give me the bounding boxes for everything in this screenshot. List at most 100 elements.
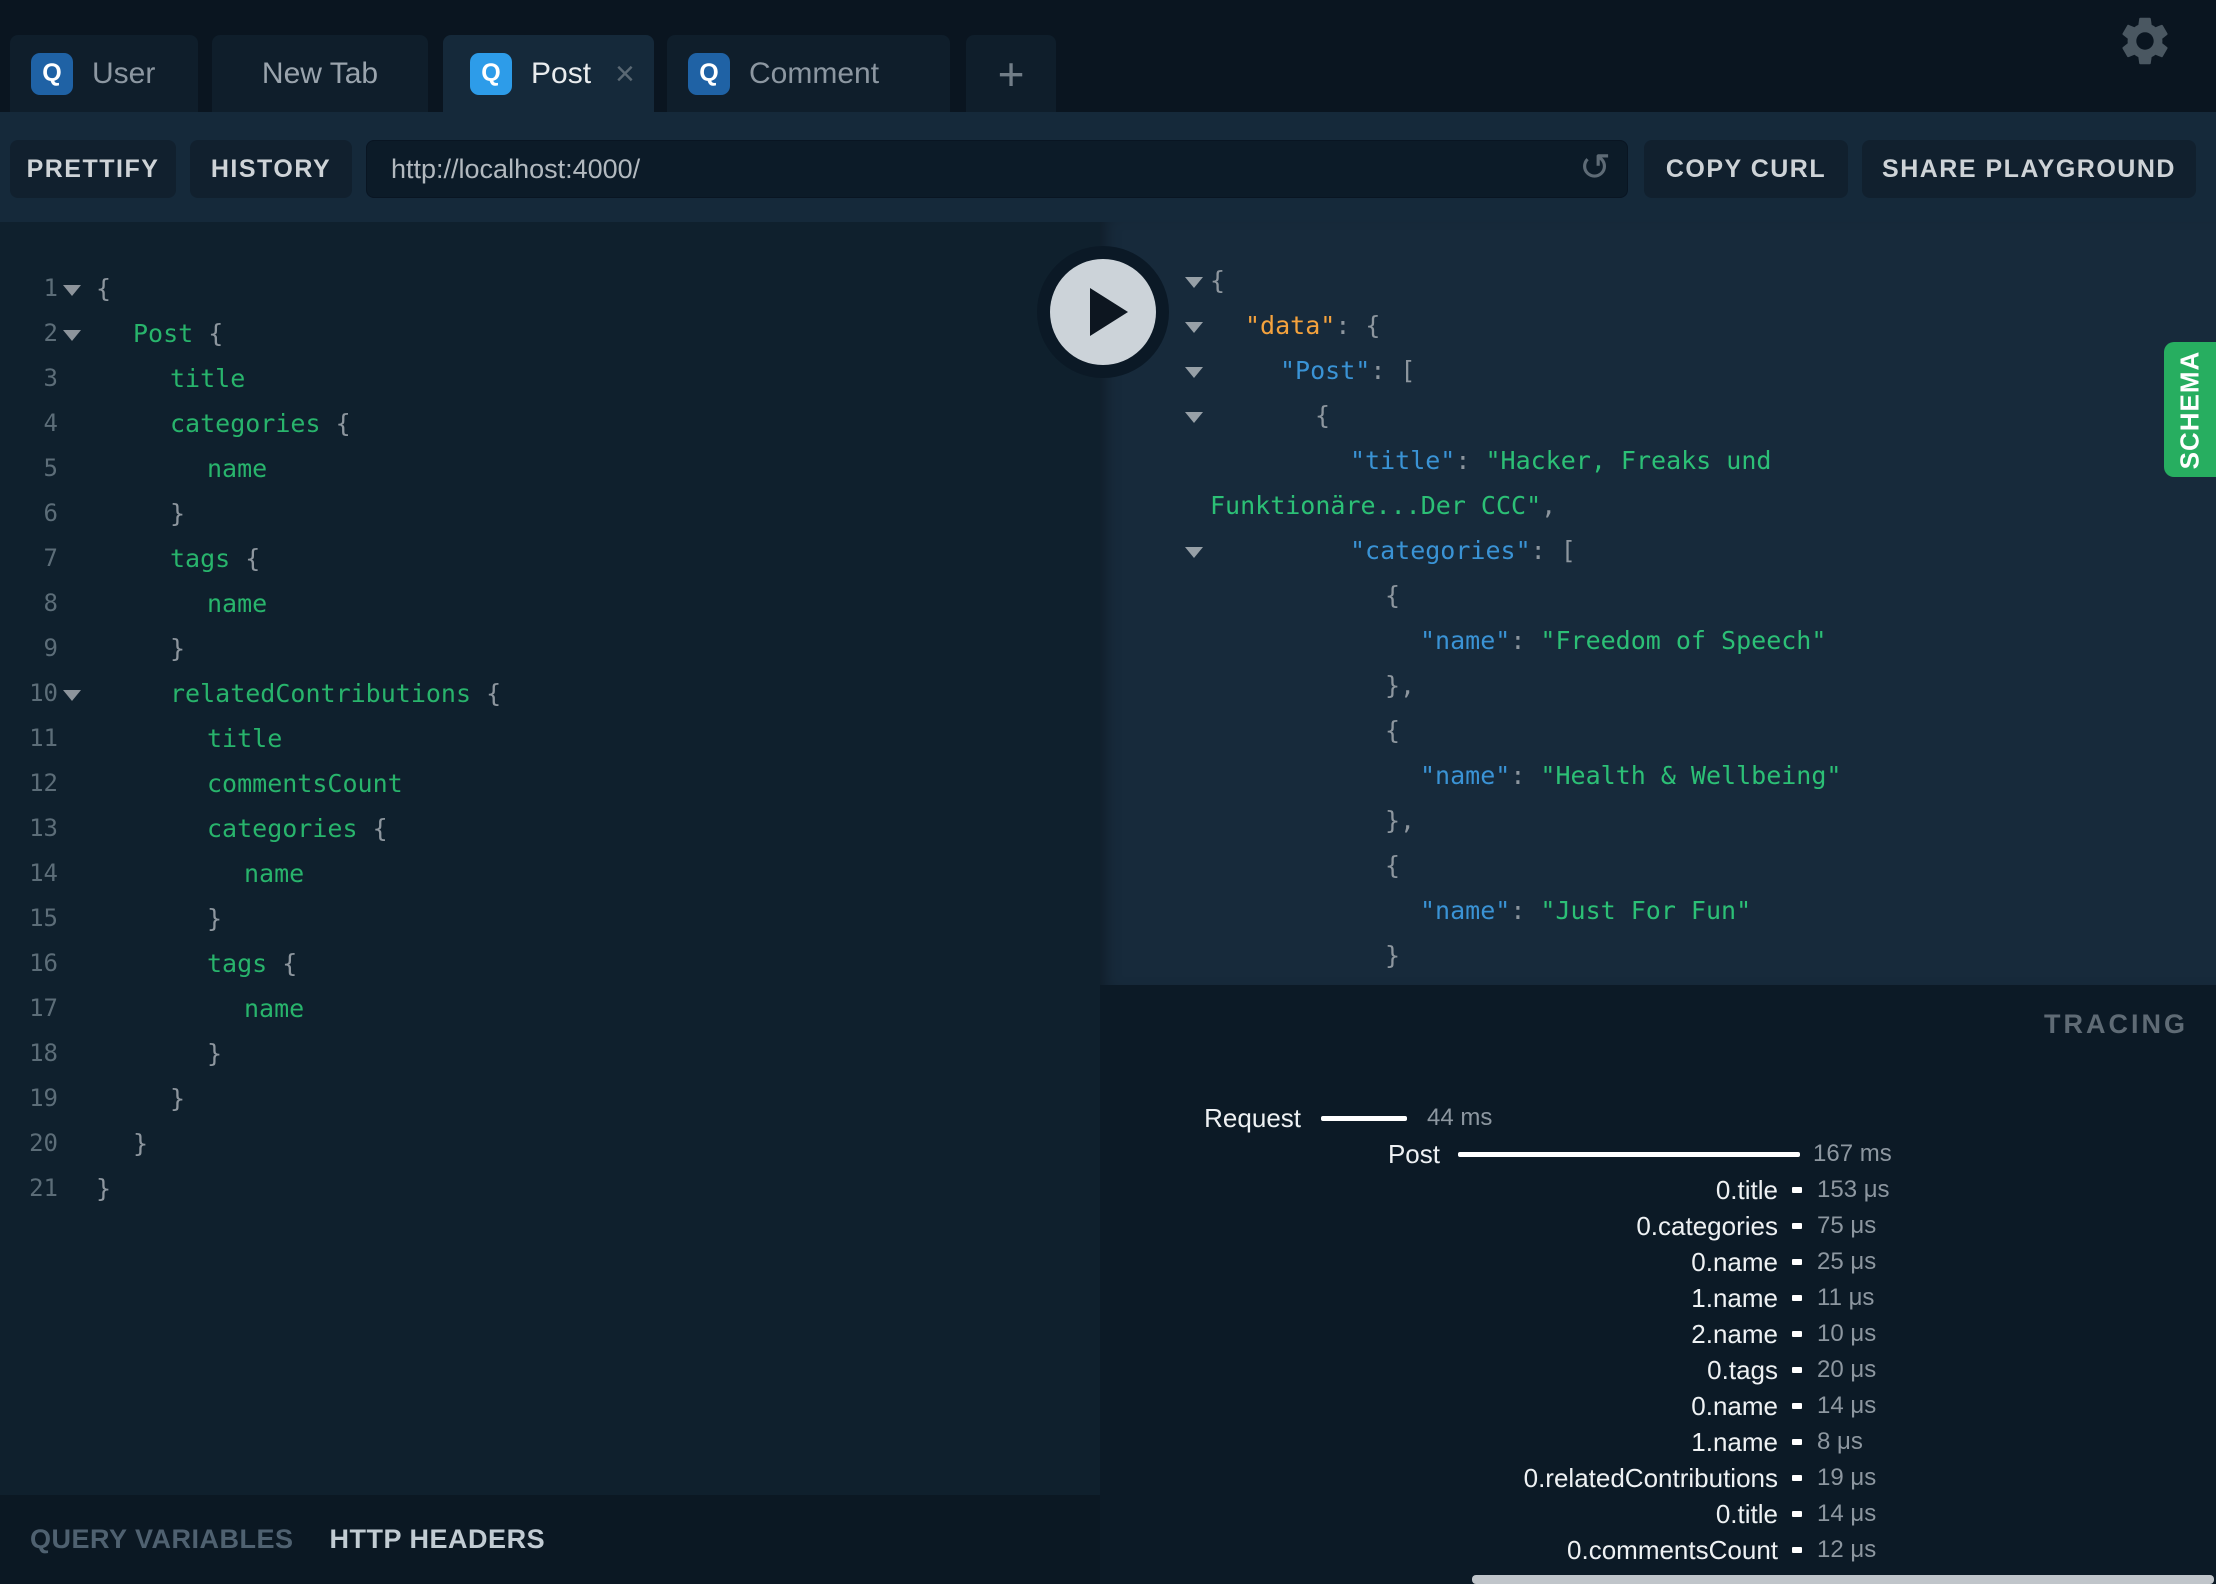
add-tab-button[interactable]: + [966, 35, 1056, 112]
code-token: : [ [1530, 536, 1576, 565]
response-text: "name": "Health & Wellbeing" [1420, 753, 1841, 798]
code-token: : { [1335, 311, 1381, 340]
fold-arrow-icon[interactable] [63, 690, 81, 701]
line-number: 11 [29, 724, 58, 752]
close-tab-icon[interactable]: × [615, 57, 635, 91]
code-token: { [267, 949, 298, 978]
tracing-panel: TRACING Request 44 ms Post 167 ms 0.titl… [1100, 985, 2216, 1584]
code-token: categories [170, 409, 321, 438]
code-token: name [244, 994, 305, 1023]
trace-bar [1792, 1223, 1802, 1229]
prettify-button[interactable]: PRETTIFY [10, 140, 176, 198]
code-token: } [1385, 941, 1401, 970]
code-token: : [1510, 626, 1541, 655]
tab-new-tab[interactable]: New Tab [212, 35, 428, 112]
response-line: "Post": [ [1100, 348, 2216, 393]
code-line: 16 tags { [0, 941, 1100, 986]
code-token: { [193, 319, 224, 348]
code-line: 14 name [0, 851, 1100, 896]
trace-field-label: 0.name [1691, 1247, 1778, 1277]
trace-field-time: 8 μs [1817, 1428, 1863, 1455]
code-text: name [207, 581, 267, 626]
endpoint-url-input[interactable] [367, 141, 1627, 197]
line-number: 17 [29, 994, 58, 1022]
schema-side-tab[interactable]: SCHEMA [2164, 342, 2216, 477]
code-token: name [244, 859, 305, 888]
code-text: name [244, 986, 304, 1031]
settings-button[interactable] [2116, 12, 2174, 70]
copy-curl-button[interactable]: COPY CURL [1644, 140, 1848, 198]
response-text: "data": { [1245, 303, 1380, 348]
code-token: "title" [1350, 446, 1456, 475]
refresh-schema-icon[interactable]: ↺ [1579, 145, 1611, 189]
http-headers-tab[interactable]: HTTP HEADERS [330, 1524, 546, 1555]
share-playground-button[interactable]: SHARE PLAYGROUND [1862, 140, 2196, 198]
plus-icon: + [997, 47, 1025, 100]
line-number: 16 [29, 949, 58, 977]
tab-user[interactable]: Q User [10, 35, 198, 112]
trace-field-label: 0.categories [1636, 1211, 1778, 1241]
code-token: }, [1385, 806, 1416, 835]
code-token: } [207, 1039, 223, 1068]
code-text: title [207, 716, 282, 761]
response-text: "title": "Hacker, Freaks und [1350, 438, 1771, 483]
fold-arrow-icon[interactable] [63, 330, 81, 341]
trace-bar [1792, 1403, 1802, 1409]
response-text: }, [1385, 798, 1415, 843]
history-button[interactable]: HISTORY [190, 140, 352, 198]
code-token: { [471, 679, 502, 708]
response-line: }, [1100, 798, 2216, 843]
code-line: 9} [0, 626, 1100, 671]
code-line: 11 title [0, 716, 1100, 761]
trace-bar [1792, 1547, 1802, 1553]
collapse-arrow-icon[interactable] [1185, 547, 1203, 558]
trace-request-label: Request [1204, 1103, 1301, 1133]
line-number: 2 [43, 319, 58, 347]
line-number: 7 [43, 544, 58, 572]
code-text: } [133, 1121, 148, 1166]
trace-request-time: 44 ms [1427, 1104, 1493, 1131]
trace-row: 0.categories 75 μs [1100, 1208, 2216, 1244]
code-token: "name" [1420, 626, 1511, 655]
collapse-arrow-icon[interactable] [1185, 367, 1203, 378]
gear-icon [2122, 17, 2168, 65]
code-line: 3 title [0, 356, 1100, 401]
code-token: title [207, 724, 283, 753]
tab-label: User [92, 56, 156, 90]
trace-root-label: Post [1387, 1139, 1440, 1169]
fold-arrow-icon[interactable] [63, 285, 81, 296]
code-text: } [207, 1031, 222, 1076]
execute-query-button[interactable] [1037, 246, 1169, 378]
query-variables-tab[interactable]: QUERY VARIABLES [30, 1524, 294, 1555]
collapse-arrow-icon[interactable] [1185, 412, 1203, 423]
line-number: 6 [43, 499, 58, 527]
trace-field-time: 11 μs [1817, 1284, 1875, 1311]
response-text: "Post": [ [1280, 348, 1415, 393]
trace-field-time: 12 μs [1817, 1536, 1877, 1563]
code-token: "Health & Wellbeing" [1540, 761, 1842, 790]
code-token: , [1541, 491, 1557, 520]
query-editor[interactable]: 1{2 Post {3 title 4 categories {5 name 6} 7 tags… [0, 222, 1100, 1495]
tab-comment[interactable]: Q Comment [667, 35, 950, 112]
trace-field-time: 25 μs [1817, 1248, 1877, 1275]
toolbar: PRETTIFY HISTORY ↺ COPY CURL SHARE PLAYG… [0, 112, 2216, 222]
response-text: Funktionäre...Der CCC", [1210, 483, 1556, 528]
response-text: { [1315, 393, 1330, 438]
collapse-arrow-icon[interactable] [1185, 322, 1203, 333]
horizontal-scrollbar[interactable] [1472, 1575, 2214, 1584]
line-number: 5 [43, 454, 58, 482]
code-token: Post [133, 319, 194, 348]
line-number: 20 [29, 1129, 58, 1157]
trace-field-label: 1.name [1691, 1427, 1778, 1457]
code-token: : [ [1370, 356, 1416, 385]
response-viewer: {"data": {"Post": [{"title": "Hacker, Fr… [1100, 222, 2216, 985]
code-token: { [96, 274, 112, 303]
trace-field-label: 0.tags [1707, 1355, 1778, 1385]
collapse-arrow-icon[interactable] [1185, 277, 1203, 288]
code-line: 15} [0, 896, 1100, 941]
tab-post[interactable]: Q Post × [443, 35, 654, 112]
code-text: } [170, 1076, 185, 1121]
play-button-circle [1050, 259, 1156, 365]
trace-field-time: 19 μs [1817, 1464, 1877, 1491]
code-line: 17 name [0, 986, 1100, 1031]
